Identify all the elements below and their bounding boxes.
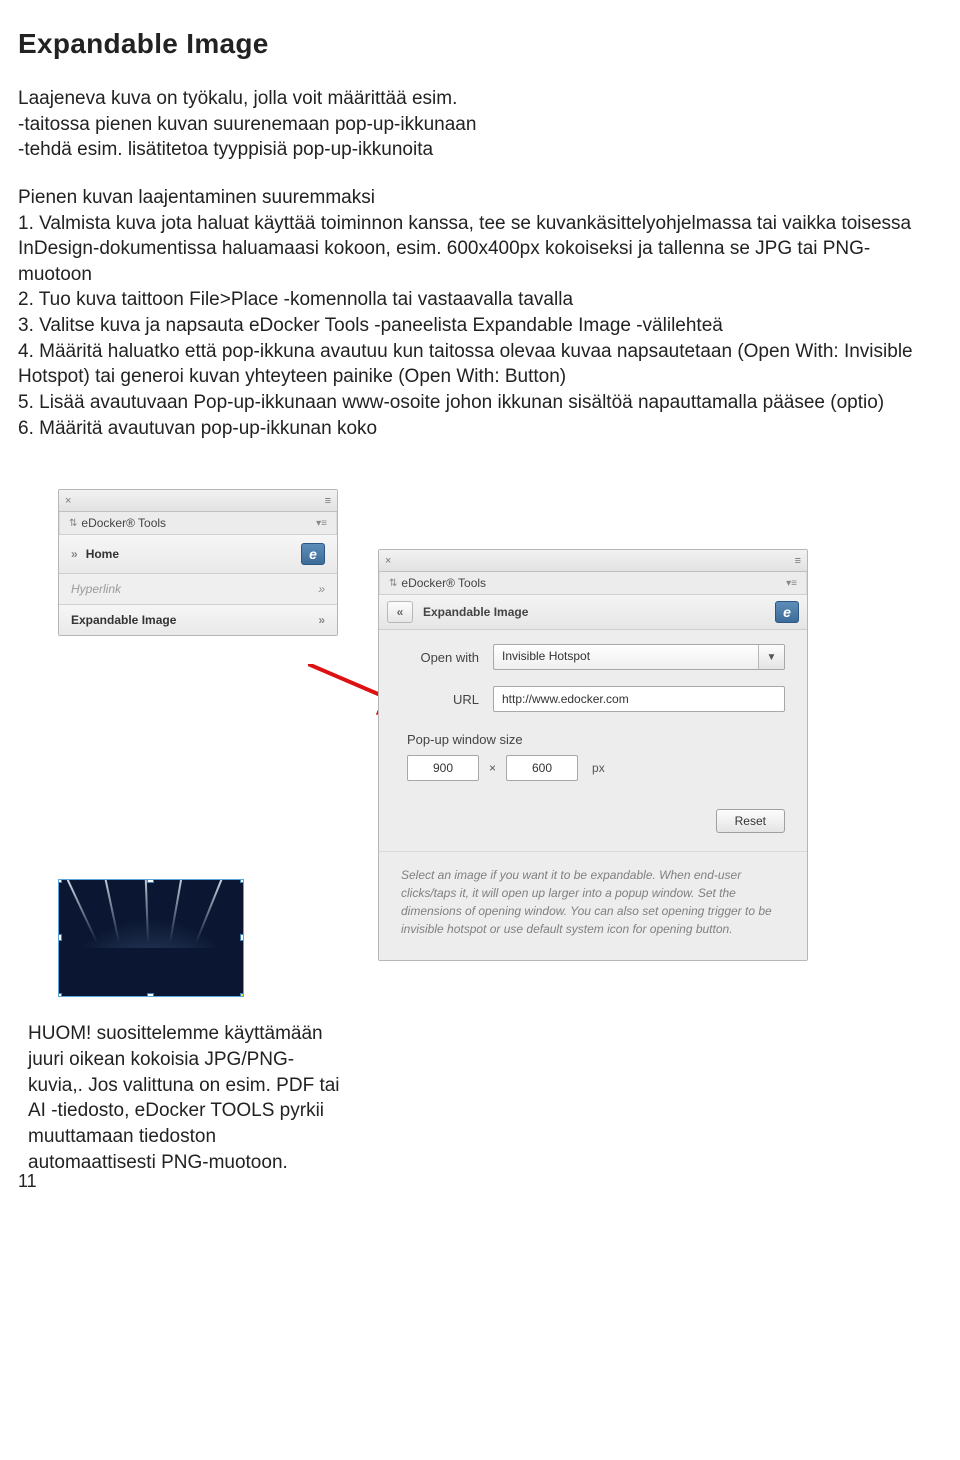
- collapse-icon[interactable]: ≡: [325, 495, 331, 507]
- panel-row-label: Home: [86, 547, 119, 561]
- url-input[interactable]: [493, 686, 785, 712]
- step-1: 1. Valmista kuva jota haluat käyttää toi…: [18, 211, 942, 288]
- chevron-down-icon: ▼: [758, 645, 784, 669]
- panel-menu-icon[interactable]: ▾≡: [316, 518, 327, 529]
- panel-row-label: Hyperlink: [71, 582, 121, 596]
- edocker-badge: e: [301, 543, 325, 565]
- step-4: 4. Määritä haluatko että pop-ikkuna avau…: [18, 339, 942, 390]
- url-label: URL: [401, 692, 493, 707]
- open-with-label: Open with: [401, 650, 493, 665]
- resize-handle[interactable]: [240, 879, 244, 883]
- panel-row-home[interactable]: » Home e: [59, 535, 337, 574]
- edocker-panel-large: × ≡ ⇅ eDocker® Tools ▾≡ « Expandable Ima…: [378, 549, 808, 961]
- panel-tab-title: eDocker® Tools: [81, 516, 166, 530]
- open-with-select[interactable]: Invisible Hotspot ▼: [493, 644, 785, 670]
- step-5: 5. Lisää avautuvaan Pop-up-ikkunaan www-…: [18, 390, 942, 416]
- chevron-right-icon: »: [318, 613, 325, 627]
- resize-handle[interactable]: [58, 993, 62, 997]
- resize-handle[interactable]: [240, 993, 244, 997]
- help-text: Select an image if you want it to be exp…: [379, 851, 807, 960]
- updown-icon[interactable]: ⇅: [69, 518, 77, 529]
- close-icon[interactable]: ×: [385, 555, 391, 567]
- panel-row-hyperlink[interactable]: Hyperlink »: [59, 574, 337, 605]
- chevron-right-icon: »: [318, 582, 325, 596]
- resize-handle[interactable]: [58, 934, 62, 941]
- page-title: Expandable Image: [18, 28, 942, 60]
- step-6: 6. Määritä avautuvan pop-up-ikkunan koko: [18, 416, 942, 442]
- resize-handle[interactable]: [147, 879, 154, 883]
- note-text: HUOM! suosittelemme käyttämään juuri oik…: [28, 1021, 346, 1175]
- resize-handle[interactable]: [147, 993, 154, 997]
- edocker-panel-small: × ≡ ⇅ eDocker® Tools ▾≡ » Home e Hyperli…: [58, 489, 338, 636]
- intro-line-1: Laajeneva kuva on työkalu, jolla voit mä…: [18, 86, 942, 112]
- open-with-value: Invisible Hotspot: [494, 645, 758, 669]
- sub-heading: Pienen kuvan laajentaminen suuremmaksi: [18, 185, 942, 211]
- collapse-icon[interactable]: ≡: [795, 555, 801, 567]
- edocker-badge: e: [775, 601, 799, 623]
- intro-line-2: -taitossa pienen kuvan suurenemaan pop-u…: [18, 112, 942, 138]
- panel-row-expandable-image[interactable]: Expandable Image »: [59, 605, 337, 635]
- intro-line-3: -tehdä esim. lisätitetoa tyyppisiä pop-u…: [18, 137, 942, 163]
- popup-width-input[interactable]: [407, 755, 479, 781]
- popup-height-input[interactable]: [506, 755, 578, 781]
- chevron-right-icon: »: [71, 547, 78, 561]
- panel-tab-title: eDocker® Tools: [401, 576, 486, 590]
- updown-icon[interactable]: ⇅: [389, 578, 397, 589]
- selected-image-frame[interactable]: 🔗: [58, 879, 244, 997]
- section-title: Expandable Image: [423, 605, 528, 619]
- resize-handle[interactable]: [240, 934, 244, 941]
- px-label: px: [592, 761, 605, 775]
- step-2: 2. Tuo kuva taittoon File>Place -komenno…: [18, 287, 942, 313]
- back-button[interactable]: «: [387, 601, 413, 623]
- times-icon: ×: [489, 761, 496, 775]
- reset-button[interactable]: Reset: [716, 809, 785, 833]
- panel-menu-icon[interactable]: ▾≡: [786, 578, 797, 589]
- close-icon[interactable]: ×: [65, 495, 71, 507]
- resize-handle[interactable]: [58, 879, 62, 883]
- popup-size-label: Pop-up window size: [401, 728, 785, 755]
- step-3: 3. Valitse kuva ja napsauta eDocker Tool…: [18, 313, 942, 339]
- panel-row-label: Expandable Image: [71, 613, 176, 627]
